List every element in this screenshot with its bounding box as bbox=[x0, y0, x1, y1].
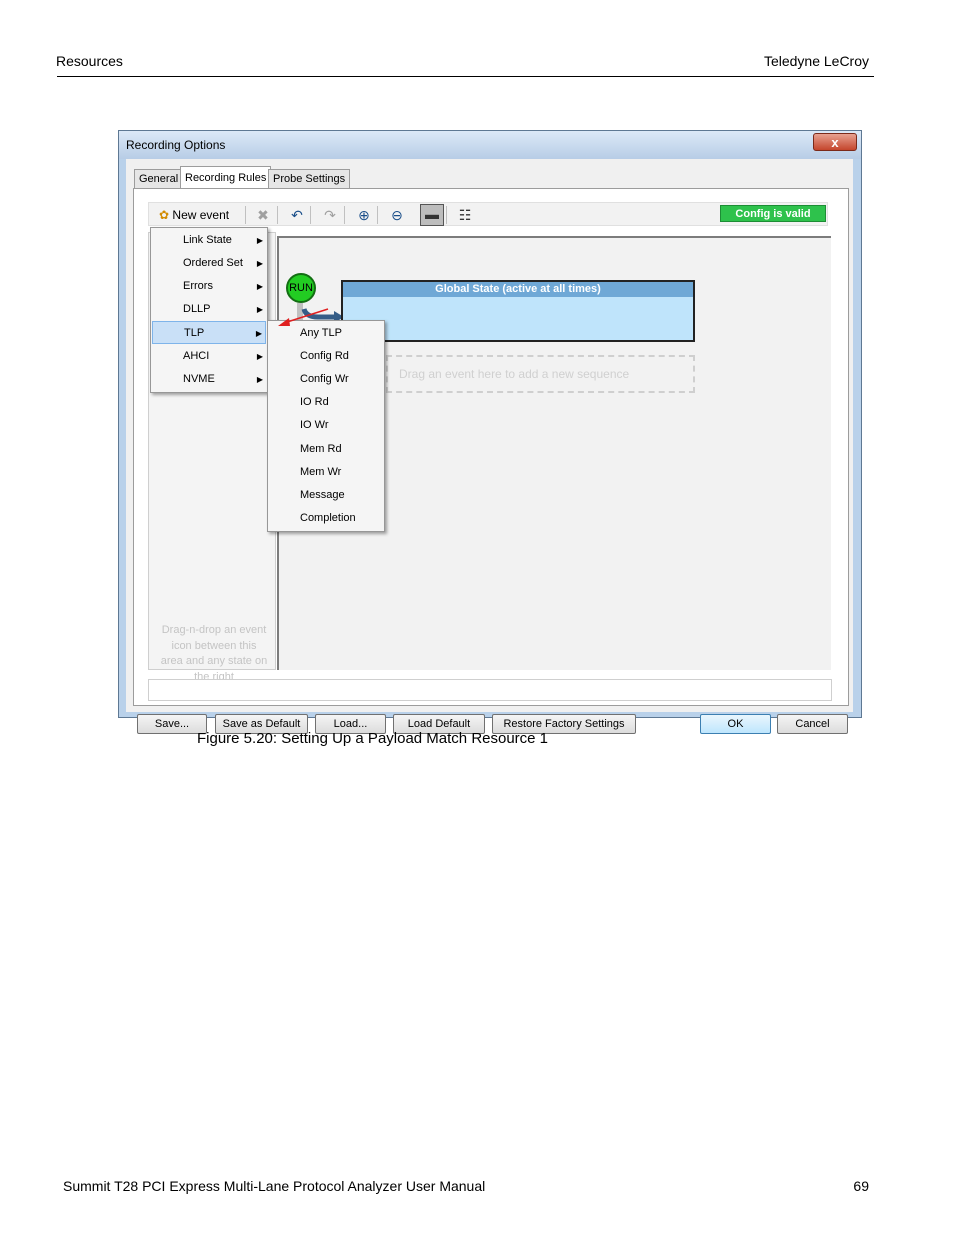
event-type-menu: Link State ▶ Ordered Set ▶ Errors ▶ DLLP ▶ T… bbox=[150, 227, 268, 393]
menu-item-completion[interactable]: Completion bbox=[269, 507, 383, 530]
palette-hint: Drag-n-drop an event icon between this a… bbox=[160, 624, 268, 683]
toolbar-separator bbox=[310, 206, 311, 224]
menu-item-ahci[interactable]: AHCI ▶ bbox=[152, 345, 266, 368]
delete-event-icon[interactable]: ✖ bbox=[254, 206, 272, 224]
submenu-arrow-icon: ▶ bbox=[256, 375, 263, 384]
menu-item-ordered-set[interactable]: Ordered Set ▶ bbox=[152, 252, 266, 275]
tab-recording-rules[interactable]: Recording Rules bbox=[180, 166, 272, 189]
menu-item-mem-rd[interactable]: Mem Rd bbox=[269, 438, 383, 461]
header-rule bbox=[57, 76, 874, 77]
toolbar-separator bbox=[446, 206, 447, 224]
menu-item-io-wr[interactable]: IO Wr bbox=[269, 414, 383, 437]
annotation-arrow-icon bbox=[278, 308, 329, 326]
menu-item-link-state[interactable]: Link State ▶ bbox=[152, 229, 266, 252]
zoom-out-icon[interactable]: ⊖ bbox=[388, 206, 406, 224]
overview-icon[interactable]: ▬ bbox=[420, 204, 444, 226]
menu-item-io-rd[interactable]: IO Rd bbox=[269, 391, 383, 414]
drop-sequence-target[interactable]: Drag an event here to add a new sequence bbox=[386, 355, 695, 393]
tlp-submenu: Any TLP Config Rd Config Wr IO Rd IO Wr … bbox=[267, 320, 385, 532]
window-title: Recording Options bbox=[126, 138, 226, 152]
undo-icon[interactable]: ↶ bbox=[288, 206, 306, 224]
config-status-badge: Config is valid bbox=[720, 205, 826, 222]
menu-item-config-wr[interactable]: Config Wr bbox=[269, 368, 383, 391]
cancel-button[interactable]: Cancel bbox=[777, 714, 848, 734]
menu-item-message[interactable]: Message bbox=[269, 484, 383, 507]
status-bar bbox=[148, 679, 832, 701]
submenu-arrow-icon: ▶ bbox=[256, 282, 263, 291]
redo-icon[interactable]: ↷ bbox=[321, 206, 339, 224]
header-right: Teledyne LeCroy bbox=[763, 53, 869, 69]
close-icon: x bbox=[831, 135, 839, 150]
tab-general[interactable]: General bbox=[134, 169, 184, 188]
toolbar-separator bbox=[277, 206, 278, 224]
submenu-arrow-icon: ▶ bbox=[255, 329, 262, 338]
menu-item-nvme[interactable]: NVME ▶ bbox=[152, 368, 266, 391]
new-event-icon: ✿ bbox=[159, 208, 170, 222]
toolbar-separator bbox=[245, 206, 246, 224]
footer-title: Summit T28 PCI Express Multi-Lane Protoc… bbox=[63, 1178, 486, 1194]
properties-icon[interactable]: ☷ bbox=[456, 206, 474, 224]
page-number: 69 bbox=[853, 1178, 869, 1194]
toolbar-separator bbox=[377, 206, 378, 224]
new-event-button[interactable]: ✿ New event bbox=[153, 205, 235, 225]
global-state-box[interactable]: Global State (active at all times) bbox=[341, 280, 695, 342]
zoom-in-icon[interactable]: ⊕ bbox=[355, 206, 373, 224]
menu-item-errors[interactable]: Errors ▶ bbox=[152, 275, 266, 298]
ok-button[interactable]: OK bbox=[700, 714, 771, 734]
tab-probe-settings[interactable]: Probe Settings bbox=[268, 169, 351, 188]
close-button[interactable]: x bbox=[813, 133, 857, 151]
menu-item-mem-wr[interactable]: Mem Wr bbox=[269, 461, 383, 484]
submenu-arrow-icon: ▶ bbox=[256, 352, 263, 361]
menu-item-tlp[interactable]: TLP ▶ bbox=[152, 321, 266, 344]
new-event-label: New event bbox=[172, 208, 230, 222]
submenu-arrow-icon: ▶ bbox=[256, 236, 263, 245]
title-bar[interactable]: Recording Options x bbox=[119, 131, 861, 159]
submenu-arrow-icon: ▶ bbox=[256, 259, 263, 268]
recording-options-window: Recording Options x General Recording Ru… bbox=[118, 130, 862, 734]
figure-caption: Figure 5.20: Setting Up a Payload Match … bbox=[197, 730, 549, 747]
submenu-arrow-icon: ▶ bbox=[256, 305, 263, 314]
menu-item-dllp[interactable]: DLLP ▶ bbox=[152, 298, 266, 321]
run-badge[interactable]: RUN bbox=[286, 273, 316, 303]
global-state-title: Global State (active at all times) bbox=[343, 282, 693, 297]
toolbar-separator bbox=[344, 206, 345, 224]
menu-item-config-rd[interactable]: Config Rd bbox=[269, 345, 383, 368]
header-left: Resources bbox=[56, 53, 123, 69]
